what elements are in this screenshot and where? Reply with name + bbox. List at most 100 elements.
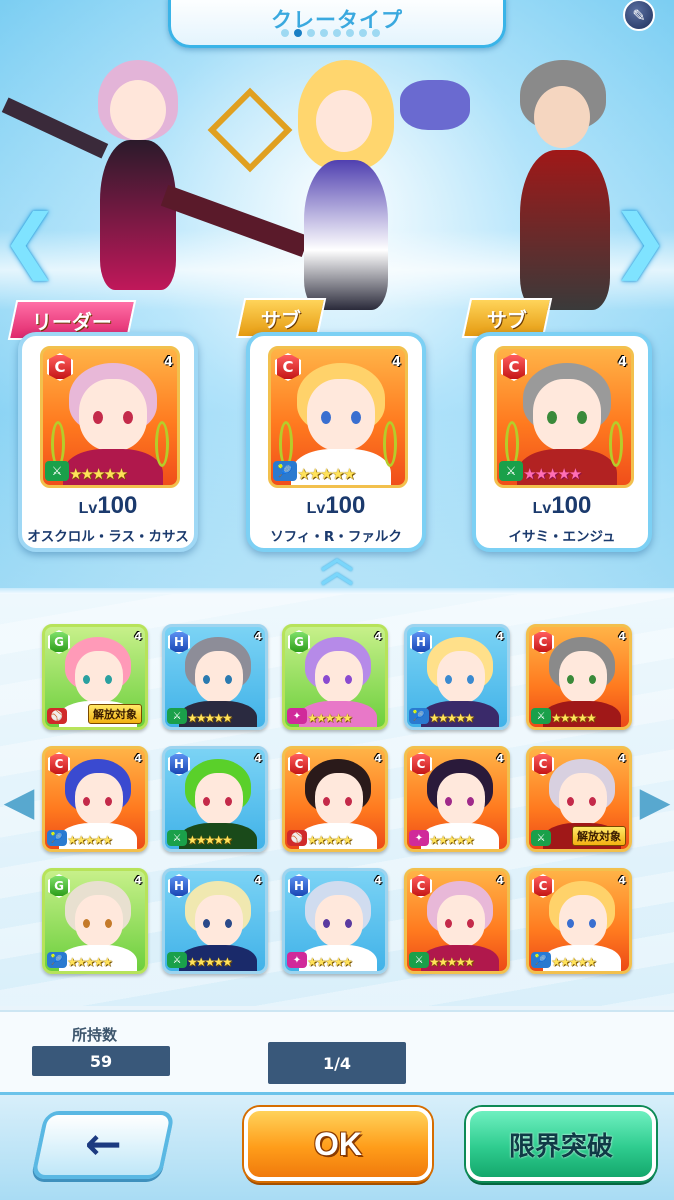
rarity-stars: ★★★★★ (297, 465, 356, 483)
unit-eye (445, 675, 452, 684)
rarity-stars: ★★★★★ (69, 465, 128, 483)
rank-badge: H (168, 874, 190, 898)
unit-face (75, 773, 123, 825)
unit-eye (567, 919, 574, 928)
back-arrow-icon: ← (84, 1119, 122, 1170)
party-member-card[interactable]: C 4 🎾 ★★★★★ Lv100 ソフィ・R・ファルク (246, 332, 426, 552)
roster-unit[interactable]: G 4 ✦ ★★★★★ (282, 624, 388, 730)
roster-unit[interactable]: H 4 🎾 ★★★★★ (404, 624, 510, 730)
unit-eye (467, 675, 474, 684)
unit-eye (83, 919, 90, 928)
release-target-badge: 解放対象 (572, 826, 626, 846)
roster-unit[interactable]: G 4 ⚾ 解放対象 (42, 624, 148, 730)
rarity-stars: ★★★★★ (187, 955, 233, 969)
roster-unit[interactable]: C 4 ✦ ★★★★★ (404, 746, 510, 852)
rank-badge: G (48, 874, 70, 898)
unit-face (75, 895, 123, 947)
limit-count: 4 (134, 752, 142, 765)
roster-unit[interactable]: H 4 ⚔ ★★★★★ (162, 624, 268, 730)
unit-eye (225, 675, 232, 684)
party-portrait: C 4 ⚔ ★★★★★ (40, 346, 180, 488)
limit-count: 4 (254, 752, 262, 765)
unit-face (437, 895, 485, 947)
back-button[interactable]: ← (30, 1111, 176, 1179)
racket-element-icon: 🎾 (47, 952, 67, 968)
unit-eye (225, 919, 232, 928)
sword-element-icon: ⚔ (167, 830, 187, 846)
roster-unit[interactable]: H 4 ✦ ★★★★★ (282, 868, 388, 974)
roster-unit[interactable]: C 4 ⚾ ★★★★★ (282, 746, 388, 852)
page-dot (307, 29, 315, 37)
limit-count: 4 (163, 355, 173, 370)
rank-badge: C (288, 752, 310, 776)
unit-eye (445, 797, 452, 806)
unit-face (559, 773, 607, 825)
rank-badge: C (532, 752, 554, 776)
rank-badge: C (48, 752, 70, 776)
rarity-stars: ★★★★★ (551, 955, 597, 969)
unit-face (315, 651, 363, 703)
party-level: Lv100 (306, 492, 366, 519)
unit-face (195, 773, 243, 825)
limit-count: 4 (374, 630, 382, 643)
unit-eye (83, 797, 90, 806)
limit-count: 4 (374, 874, 382, 887)
page-dot (281, 29, 289, 37)
limit-count: 4 (618, 874, 626, 887)
roster-unit[interactable]: C 4 ⚔ 解放対象 (526, 746, 632, 852)
roster-unit[interactable]: H 4 ⚔ ★★★★★ (162, 868, 268, 974)
unit-face (315, 895, 363, 947)
rarity-stars: ★★★★★ (307, 955, 353, 969)
unit-eye (345, 919, 352, 928)
unit-eye (225, 797, 232, 806)
page-dot (320, 29, 328, 37)
unit-eye (567, 675, 574, 684)
unit-eye (105, 919, 112, 928)
portrait-eye (321, 411, 331, 424)
party-portrait: C 4 ⚔ ★★★★★ (494, 346, 634, 488)
party-member-card[interactable]: C 4 ⚔ ★★★★★ Lv100 オスクロル・ラス・カサス (18, 332, 198, 552)
laurel-icon (383, 421, 397, 467)
page-dots (281, 29, 380, 37)
party-member-card[interactable]: C 4 ⚔ ★★★★★ Lv100 イサミ・エンジュ (472, 332, 652, 552)
limit-count: 4 (254, 630, 262, 643)
roster-unit[interactable]: H 4 ⚔ ★★★★★ (162, 746, 268, 852)
unit-face (437, 651, 485, 703)
limit-break-button[interactable]: 限界突破 (466, 1107, 656, 1181)
portrait-face (79, 379, 147, 451)
edit-icon[interactable]: ✎ (623, 0, 655, 31)
roster-unit[interactable]: C 4 ⚔ ★★★★★ (526, 624, 632, 730)
page-dot (294, 29, 302, 37)
magic-element-icon: ✦ (287, 952, 307, 968)
roster-next-arrow[interactable]: ▶ (640, 774, 671, 830)
prev-party-arrow[interactable]: ❮ (1, 200, 60, 280)
magic-element-icon: ✦ (409, 830, 429, 846)
bat-element-icon: ⚾ (47, 708, 67, 724)
racket-element-icon: 🎾 (531, 952, 551, 968)
ok-button[interactable]: OK (244, 1107, 432, 1181)
unit-face (559, 651, 607, 703)
character-figure-left[interactable] (1, 60, 310, 330)
info-panel: 所持数 59 1/4 (0, 1010, 674, 1092)
rarity-stars: ★★★★★ (429, 833, 475, 847)
owned-label: 所持数 (72, 1026, 118, 1044)
rarity-stars: ★★★★★ (307, 711, 353, 725)
release-target-badge: 解放対象 (88, 704, 142, 724)
collapse-chevron-icon[interactable]: ︿ ︿ (310, 541, 364, 587)
unit-eye (203, 797, 210, 806)
next-party-arrow[interactable]: ❯ (611, 200, 670, 280)
roster-unit[interactable]: C 4 ⚔ ★★★★★ (404, 868, 510, 974)
unit-eye (589, 797, 596, 806)
roster-prev-arrow[interactable]: ◀ (4, 774, 35, 830)
rank-badge: H (288, 874, 310, 898)
roster-unit[interactable]: G 4 🎾 ★★★★★ (42, 868, 148, 974)
roster-unit[interactable]: C 4 🎾 ★★★★★ (526, 868, 632, 974)
limit-count: 4 (618, 630, 626, 643)
character-figure-right[interactable] (400, 60, 640, 330)
racket-element-icon: 🎾 (273, 461, 297, 481)
unit-face (195, 895, 243, 947)
rarity-stars: ★★★★★ (67, 833, 113, 847)
rank-badge: H (410, 630, 432, 654)
roster-unit[interactable]: C 4 🎾 ★★★★★ (42, 746, 148, 852)
unit-face (559, 895, 607, 947)
